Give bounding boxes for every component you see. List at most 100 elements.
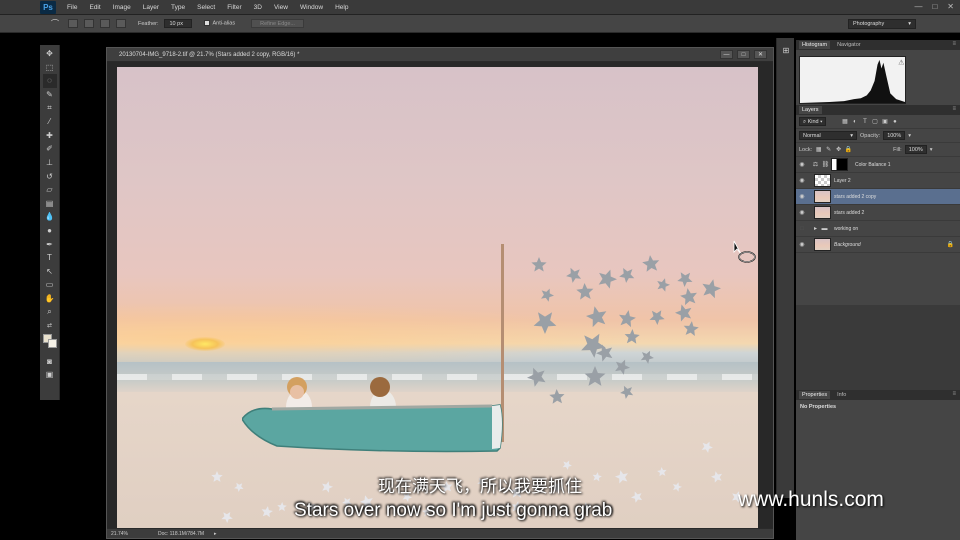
doc-maximize-button[interactable]: □ xyxy=(737,50,750,59)
menu-view[interactable]: View xyxy=(268,4,294,11)
hand-tool-icon[interactable]: ✋ xyxy=(43,292,57,306)
quick-mask-icon[interactable]: ◙ xyxy=(43,354,57,368)
menu-3d[interactable]: 3D xyxy=(248,4,268,11)
refine-edge-button[interactable]: Refine Edge... xyxy=(251,19,304,28)
doc-minimize-button[interactable]: — xyxy=(720,50,733,59)
add-selection-button[interactable] xyxy=(84,19,94,28)
tab-navigator[interactable]: Navigator xyxy=(834,41,864,49)
maximize-button[interactable]: □ xyxy=(932,2,937,11)
eye-hidden-icon[interactable]: □ xyxy=(796,226,808,232)
panel-menu-icon[interactable]: ≡ xyxy=(952,106,956,112)
menu-window[interactable]: Window xyxy=(294,4,329,11)
layer-row[interactable]: ◉ Layer 2 xyxy=(796,173,960,189)
path-select-tool-icon[interactable]: ↖ xyxy=(43,265,57,279)
blur-tool-icon[interactable]: 💧 xyxy=(43,210,57,224)
chevron-down-icon[interactable]: ▾ xyxy=(930,147,933,153)
type-tool-icon[interactable]: T xyxy=(43,251,57,265)
doc-close-button[interactable]: ✕ xyxy=(754,50,767,59)
layer-group-row[interactable]: □ ▸ ▬ working on xyxy=(796,221,960,237)
layer-row[interactable]: ◉ Background 🔒 xyxy=(796,237,960,253)
menu-type[interactable]: Type xyxy=(165,4,191,11)
menu-image[interactable]: Image xyxy=(107,4,137,11)
eye-icon[interactable]: ◉ xyxy=(796,161,808,168)
pen-tool-icon[interactable]: ✒ xyxy=(43,237,57,251)
history-brush-icon[interactable]: ↺ xyxy=(43,169,57,183)
antialias-checkbox[interactable]: Anti-alias xyxy=(204,20,235,27)
brush-tool-icon[interactable]: ✐ xyxy=(43,142,57,156)
opacity-label: Opacity: xyxy=(860,132,881,139)
panel-menu-icon[interactable]: ≡ xyxy=(952,391,956,397)
intersect-selection-button[interactable] xyxy=(116,19,126,28)
lasso-tool-icon[interactable]: ◌ xyxy=(42,74,57,88)
filter-shape-icon[interactable]: ▢ xyxy=(871,118,878,125)
dodge-tool-icon[interactable]: ● xyxy=(43,224,57,238)
tab-histogram[interactable]: Histogram xyxy=(799,41,831,49)
layer-mask-thumbnail[interactable] xyxy=(831,158,848,171)
opacity-input[interactable]: 100% xyxy=(883,131,906,140)
canvas-area[interactable] xyxy=(107,62,773,528)
chain-link-icon[interactable]: ⛓ xyxy=(822,161,830,168)
lock-all-icon[interactable]: 🔒 xyxy=(845,146,852,153)
filter-smart-object-icon[interactable]: ▣ xyxy=(881,118,888,125)
background-color-swatch[interactable] xyxy=(47,339,57,349)
menu-file[interactable]: File xyxy=(61,4,83,11)
close-button[interactable]: ✕ xyxy=(947,2,954,11)
filter-kind-select[interactable]: ⌕ Kind ▾ xyxy=(799,117,827,126)
eraser-tool-icon[interactable]: ▱ xyxy=(43,183,57,197)
menu-select[interactable]: Select xyxy=(191,4,221,11)
filter-adjustment-icon[interactable]: ◐ xyxy=(851,118,858,125)
status-arrow-icon[interactable]: ▸ xyxy=(214,531,217,537)
chevron-down-icon[interactable]: ▾ xyxy=(908,133,911,139)
photo-canvas[interactable] xyxy=(117,67,758,528)
eye-icon[interactable]: ◉ xyxy=(796,241,808,248)
panel-toggle-icon[interactable]: ⊞ xyxy=(779,44,793,58)
subtract-selection-button[interactable] xyxy=(100,19,110,28)
status-zoom[interactable]: 21.74% xyxy=(111,531,128,537)
lasso-preset-icon[interactable]: ⌒ xyxy=(48,17,62,31)
chevron-right-icon[interactable]: ▸ xyxy=(812,225,819,232)
marquee-tool-icon[interactable]: ⬚ xyxy=(43,61,57,75)
menu-filter[interactable]: Filter xyxy=(221,4,247,11)
layer-row[interactable]: ◉ stars added 2 xyxy=(796,205,960,221)
blend-row: Normal ▾ Opacity: 100% ▾ xyxy=(796,129,960,143)
tab-properties[interactable]: Properties xyxy=(799,391,831,399)
tab-layers[interactable]: Layers xyxy=(799,106,822,114)
healing-brush-icon[interactable]: ✚ xyxy=(43,129,57,143)
workspace-value: Photography xyxy=(853,21,885,27)
screen-mode-icon[interactable]: ▣ xyxy=(43,368,57,382)
workspace-select[interactable]: Photography ▾ xyxy=(848,19,916,29)
eye-icon[interactable]: ◉ xyxy=(796,177,808,184)
tab-info[interactable]: Info xyxy=(834,391,849,399)
lock-image-icon[interactable]: ✎ xyxy=(825,146,832,153)
document-tab[interactable]: 20130704-IMG_9718-2.tif @ 21.7% (Stars a… xyxy=(107,48,773,62)
menu-layer[interactable]: Layer xyxy=(137,4,165,11)
stamp-tool-icon[interactable]: ⊥ xyxy=(43,156,57,170)
fill-input[interactable]: 100% xyxy=(904,145,927,154)
layer-row[interactable]: ◉ ⚖ ⛓ Color Balance 1 xyxy=(796,157,960,173)
tools-panel: ✥ ⬚ ◌ ✎ ⌗ ⁄ ✚ ✐ ⊥ ↺ ▱ ▤ 💧 ● ✒ T ↖ ▭ ✋ ⌕ … xyxy=(40,45,60,400)
new-selection-button[interactable] xyxy=(68,19,78,28)
zoom-tool-icon[interactable]: ⌕ xyxy=(43,305,57,319)
color-swatches[interactable] xyxy=(42,334,57,349)
crop-tool-icon[interactable]: ⌗ xyxy=(43,101,57,115)
panel-menu-icon[interactable]: ≡ xyxy=(952,41,956,47)
filter-pixel-icon[interactable]: ▦ xyxy=(841,118,848,125)
swap-colors-icon[interactable]: ⇄ xyxy=(43,319,57,333)
filter-toggle-icon[interactable]: ● xyxy=(891,118,898,125)
lock-position-icon[interactable]: ✥ xyxy=(835,146,842,153)
gradient-tool-icon[interactable]: ▤ xyxy=(43,197,57,211)
filter-type-icon[interactable]: T xyxy=(861,118,868,125)
lock-transparent-icon[interactable]: ▦ xyxy=(815,146,822,153)
menu-help[interactable]: Help xyxy=(329,4,354,11)
menu-edit[interactable]: Edit xyxy=(83,4,106,11)
quick-select-tool-icon[interactable]: ✎ xyxy=(43,88,57,102)
move-tool-icon[interactable]: ✥ xyxy=(43,47,57,61)
shape-tool-icon[interactable]: ▭ xyxy=(43,278,57,292)
layer-row[interactable]: ◉ stars added 2 copy xyxy=(796,189,960,205)
eye-icon[interactable]: ◉ xyxy=(796,193,808,200)
minimize-button[interactable]: — xyxy=(914,2,922,11)
eyedropper-tool-icon[interactable]: ⁄ xyxy=(43,115,57,129)
eye-icon[interactable]: ◉ xyxy=(796,209,808,216)
feather-input[interactable]: 10 px xyxy=(164,19,193,28)
blend-mode-select[interactable]: Normal ▾ xyxy=(799,131,857,140)
